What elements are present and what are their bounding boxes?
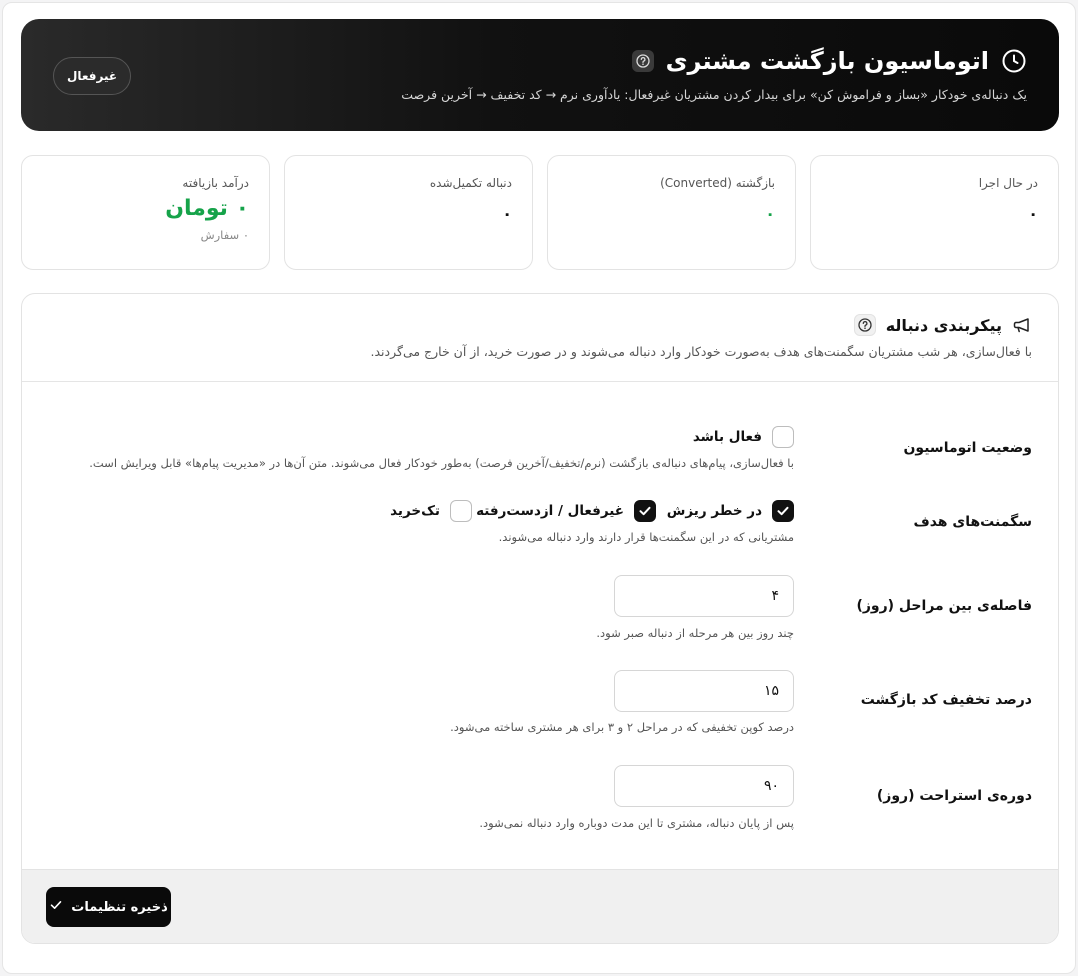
stat-label: دنباله تکمیل‌شده: [429, 176, 512, 190]
stat-card-revenue: درآمد بازیافته ۰ تومان ۰ سفارش: [21, 155, 270, 270]
config-card: پیکربندی دنباله با فعال‌سازی، هر شب مشتر…: [21, 293, 1059, 944]
stat-card-running: در حال اجرا ۰: [810, 155, 1059, 270]
active-checkbox-label: فعال باشد: [692, 429, 762, 445]
stat-card-completed: دنباله تکمیل‌شده ۰: [284, 155, 533, 270]
segment-option-one-time[interactable]: تک‌خرید: [390, 500, 472, 522]
cooldown-input[interactable]: [614, 765, 794, 807]
help-icon[interactable]: [631, 50, 654, 72]
segment-option-inactive[interactable]: غیرفعال / ازدست‌رفته: [476, 500, 656, 522]
page-subtitle: یک دنباله‌ی خودکار «بساز و فراموش کن» بر…: [401, 87, 1027, 102]
status-label: وضعیت اتوماسیون: [903, 440, 1032, 456]
segment-option-at-risk[interactable]: در خطر ریزش: [667, 500, 794, 522]
stat-sub: ۰ سفارش: [200, 228, 249, 242]
cooldown-label: دوره‌ی استراحت (روز): [876, 788, 1032, 804]
config-footer: ذخیره تنظیمات: [22, 869, 1058, 943]
active-checkbox[interactable]: [772, 426, 794, 448]
interval-helper: چند روز بین هر مرحله از دنباله صبر شود.: [596, 626, 794, 640]
stat-card-converted: بازگشته (Converted) ۰: [547, 155, 796, 270]
segment-label: غیرفعال / ازدست‌رفته: [476, 503, 624, 519]
megaphone-icon: [1012, 315, 1032, 335]
stat-value: ۰: [502, 204, 512, 223]
save-button-label: ذخیره تنظیمات: [71, 899, 168, 915]
interval-label: فاصله‌ی بین مراحل (روز): [856, 598, 1032, 614]
discount-helper: درصد کوپن تخفیفی که در مراحل ۲ و ۳ برای …: [450, 720, 794, 734]
help-icon[interactable]: [853, 314, 876, 336]
stats-row: در حال اجرا ۰ بازگشته (Converted) ۰ دنبا…: [21, 155, 1059, 270]
check-icon[interactable]: [634, 500, 656, 522]
page-title: اتوماسیون بازگشت مشتری: [665, 47, 990, 75]
cooldown-helper: پس از پایان دنباله، مشتری تا این مدت دوب…: [479, 816, 794, 830]
interval-input[interactable]: [614, 575, 794, 617]
config-description: با فعال‌سازی، هر شب مشتریان سگمنت‌های هد…: [370, 344, 1032, 359]
segment-label: در خطر ریزش: [666, 503, 762, 519]
status-helper: با فعال‌سازی، پیام‌های دنباله‌ی بازگشت (…: [89, 456, 794, 470]
save-settings-button[interactable]: ذخیره تنظیمات: [46, 887, 171, 927]
stat-label: بازگشته (Converted): [660, 176, 775, 190]
check-icon: [49, 898, 63, 916]
config-title: پیکربندی دنباله: [885, 315, 1002, 335]
stat-label: در حال اجرا: [978, 176, 1038, 190]
clock-icon: [1001, 48, 1027, 74]
hero-banner: اتوماسیون بازگشت مشتری یک دنباله‌ی خودکا…: [21, 19, 1059, 131]
status-toggle-button[interactable]: غیرفعال: [53, 57, 131, 95]
stat-value: ۰: [1028, 204, 1038, 223]
check-icon[interactable]: [772, 500, 794, 522]
stat-label: درآمد بازیافته: [182, 176, 249, 190]
config-header: پیکربندی دنباله با فعال‌سازی، هر شب مشتر…: [22, 294, 1058, 382]
discount-label: درصد تخفیف کد بازگشت: [860, 692, 1032, 708]
segments-helper: مشتریانی که در این سگمنت‌ها قرار دارند و…: [498, 530, 794, 544]
active-checkbox-row[interactable]: فعال باشد: [693, 426, 794, 448]
config-title-row: پیکربندی دنباله: [853, 314, 1032, 336]
segment-checkbox[interactable]: [450, 500, 472, 522]
stat-value: ۰: [765, 204, 775, 223]
hero-title-row: اتوماسیون بازگشت مشتری: [631, 47, 1027, 75]
discount-input[interactable]: [614, 670, 794, 712]
stat-value: ۰ تومان: [165, 196, 249, 221]
segments-label: سگمنت‌های هدف: [913, 514, 1032, 530]
segment-label: تک‌خرید: [390, 503, 440, 519]
page-container: اتوماسیون بازگشت مشتری یک دنباله‌ی خودکا…: [2, 2, 1076, 974]
